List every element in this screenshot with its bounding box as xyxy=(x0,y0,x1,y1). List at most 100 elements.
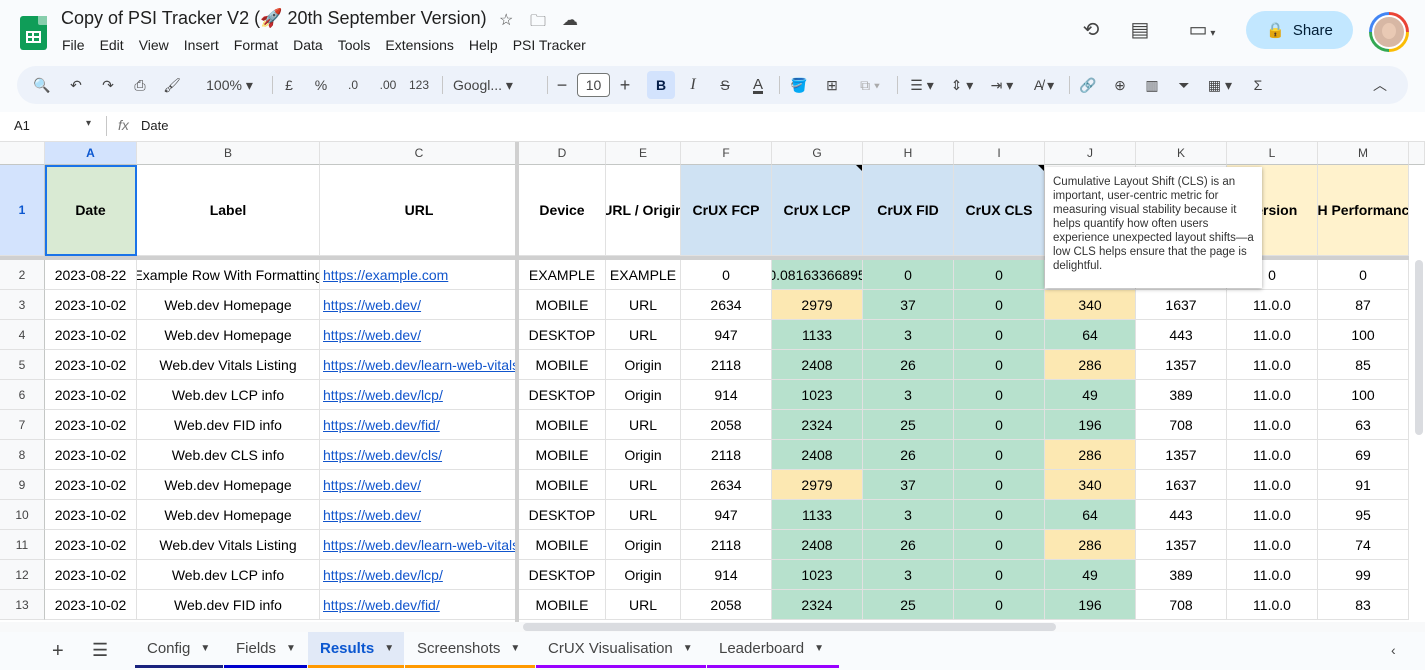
name-box-dropdown-icon[interactable]: ▾ xyxy=(86,118,91,129)
table-cell[interactable]: 11.0.0 xyxy=(1227,350,1318,380)
table-cell[interactable]: 196 xyxy=(1045,410,1136,440)
table-cell[interactable]: 49 xyxy=(1045,560,1136,590)
table-cell[interactable]: 2324 xyxy=(772,410,863,440)
font-family-select[interactable]: Googl... ▾ xyxy=(453,66,543,104)
table-cell[interactable]: 2023-10-02 xyxy=(45,440,137,470)
header-cell[interactable]: URL / Origin xyxy=(606,165,681,256)
column-header[interactable]: K xyxy=(1136,142,1227,165)
menu-item[interactable]: Tools xyxy=(338,37,371,53)
vertical-align-icon[interactable]: ⇕ ▾ xyxy=(945,66,979,104)
table-cell[interactable]: 2023-10-02 xyxy=(45,290,137,320)
table-cell[interactable]: 2324 xyxy=(772,590,863,620)
table-cell[interactable]: 2023-08-22 xyxy=(45,260,137,290)
table-cell[interactable]: 11.0.0 xyxy=(1227,380,1318,410)
url-link[interactable]: https://web.dev/ xyxy=(320,290,519,320)
borders-icon[interactable]: ⊞ xyxy=(821,66,843,104)
table-cell[interactable]: Web.dev FID info xyxy=(137,410,320,440)
table-cell[interactable]: 3 xyxy=(863,380,954,410)
table-cell[interactable]: 0 xyxy=(954,260,1045,290)
menu-item[interactable]: Help xyxy=(469,37,498,53)
sheets-logo-icon[interactable] xyxy=(20,16,47,50)
table-cell[interactable]: 947 xyxy=(681,320,772,350)
vertical-scroll-thumb[interactable] xyxy=(1415,260,1423,435)
table-cell[interactable]: Origin xyxy=(606,380,681,410)
column-header[interactable]: E xyxy=(606,142,681,165)
sheet-tab[interactable]: Config ▼ xyxy=(135,632,223,668)
table-cell[interactable]: 26 xyxy=(863,530,954,560)
horizontal-scroll-thumb[interactable] xyxy=(523,623,1056,631)
table-cell[interactable]: DESKTOP xyxy=(519,560,606,590)
comments-icon[interactable]: ▤ xyxy=(1127,17,1153,43)
table-cell[interactable]: 2023-10-02 xyxy=(45,530,137,560)
table-cell[interactable]: 2408 xyxy=(772,440,863,470)
table-cell[interactable]: URL xyxy=(606,290,681,320)
table-cell[interactable]: 2023-10-02 xyxy=(45,500,137,530)
menu-item[interactable]: Insert xyxy=(184,37,219,53)
table-cell[interactable]: 1357 xyxy=(1136,530,1227,560)
decrease-decimal-button[interactable]: .0 xyxy=(341,66,365,104)
chevron-down-icon[interactable]: ▼ xyxy=(200,643,210,654)
table-cell[interactable]: URL xyxy=(606,500,681,530)
table-cell[interactable]: 2118 xyxy=(681,440,772,470)
url-link[interactable]: https://example.com xyxy=(320,260,519,290)
table-cell[interactable]: Origin xyxy=(606,560,681,590)
sheet-tab[interactable]: Results ▼ xyxy=(308,632,404,668)
table-cell[interactable]: 0 xyxy=(954,470,1045,500)
menu-item[interactable]: Edit xyxy=(100,37,124,53)
table-cell[interactable]: 196 xyxy=(1045,590,1136,620)
table-cell[interactable]: DESKTOP xyxy=(519,320,606,350)
scroll-tabs-left-icon[interactable]: ‹ xyxy=(1391,642,1396,658)
table-cell[interactable]: MOBILE xyxy=(519,440,606,470)
table-cell[interactable]: 0 xyxy=(863,260,954,290)
insert-chart-icon[interactable]: ▥ xyxy=(1141,66,1163,104)
table-cell[interactable]: 11.0.0 xyxy=(1227,470,1318,500)
table-cell[interactable]: EXAMPLE xyxy=(606,260,681,290)
column-header[interactable]: H xyxy=(863,142,954,165)
table-cell[interactable]: 0 xyxy=(954,290,1045,320)
bold-button[interactable]: B xyxy=(647,71,675,99)
table-cell[interactable]: 2058 xyxy=(681,590,772,620)
row-header[interactable]: 11 xyxy=(0,530,45,560)
url-link[interactable]: https://web.dev/ xyxy=(320,470,519,500)
table-cell[interactable]: 340 xyxy=(1045,470,1136,500)
url-link[interactable]: https://web.dev/ xyxy=(320,500,519,530)
table-cell[interactable]: 1637 xyxy=(1136,290,1227,320)
table-cell[interactable]: URL xyxy=(606,590,681,620)
table-cell[interactable]: 389 xyxy=(1136,380,1227,410)
version-history-icon[interactable]: ⟲ xyxy=(1078,17,1104,43)
sheet-tab[interactable]: CrUX Visualisation ▼ xyxy=(536,632,706,668)
meet-icon[interactable]: ▭ ▾ xyxy=(1180,17,1224,43)
table-cell[interactable]: 3 xyxy=(863,320,954,350)
table-cell[interactable]: 85 xyxy=(1318,350,1409,380)
table-cell[interactable]: EXAMPLE xyxy=(519,260,606,290)
column-header[interactable]: D xyxy=(519,142,606,165)
currency-format-button[interactable]: £ xyxy=(279,66,299,104)
table-cell[interactable]: 0 xyxy=(954,410,1045,440)
table-cell[interactable]: Origin xyxy=(606,530,681,560)
table-cell[interactable]: MOBILE xyxy=(519,290,606,320)
table-cell[interactable]: Example Row With Formatting xyxy=(137,260,320,290)
url-link[interactable]: https://web.dev/fid/ xyxy=(320,410,519,440)
sheet-tab[interactable]: Fields ▼ xyxy=(224,632,307,668)
table-cell[interactable]: 0.08163366895 xyxy=(772,260,863,290)
row-header[interactable]: 6 xyxy=(0,380,45,410)
table-cell[interactable]: Web.dev Homepage xyxy=(137,320,320,350)
table-cell[interactable]: 2979 xyxy=(772,470,863,500)
formula-input[interactable]: Date xyxy=(141,118,168,133)
url-link[interactable]: https://web.dev/fid/ xyxy=(320,590,519,620)
select-all-corner[interactable] xyxy=(0,142,45,165)
url-link[interactable]: https://web.dev/lcp/ xyxy=(320,380,519,410)
table-cell[interactable]: 1133 xyxy=(772,320,863,350)
insert-comment-icon[interactable]: ⊕ xyxy=(1109,66,1131,104)
table-cell[interactable]: Web.dev FID info xyxy=(137,590,320,620)
menu-item[interactable]: View xyxy=(139,37,169,53)
table-cell[interactable]: 64 xyxy=(1045,500,1136,530)
column-header[interactable]: L xyxy=(1227,142,1318,165)
text-color-button[interactable]: A xyxy=(746,66,770,104)
header-cell[interactable]: CrUX FID xyxy=(863,165,954,256)
table-cell[interactable]: 69 xyxy=(1318,440,1409,470)
filter-views-icon[interactable]: ▦ ▾ xyxy=(1203,66,1237,104)
menu-item[interactable]: Extensions xyxy=(385,37,453,53)
name-box[interactable]: A1 xyxy=(14,118,30,133)
table-cell[interactable]: 2023-10-02 xyxy=(45,590,137,620)
